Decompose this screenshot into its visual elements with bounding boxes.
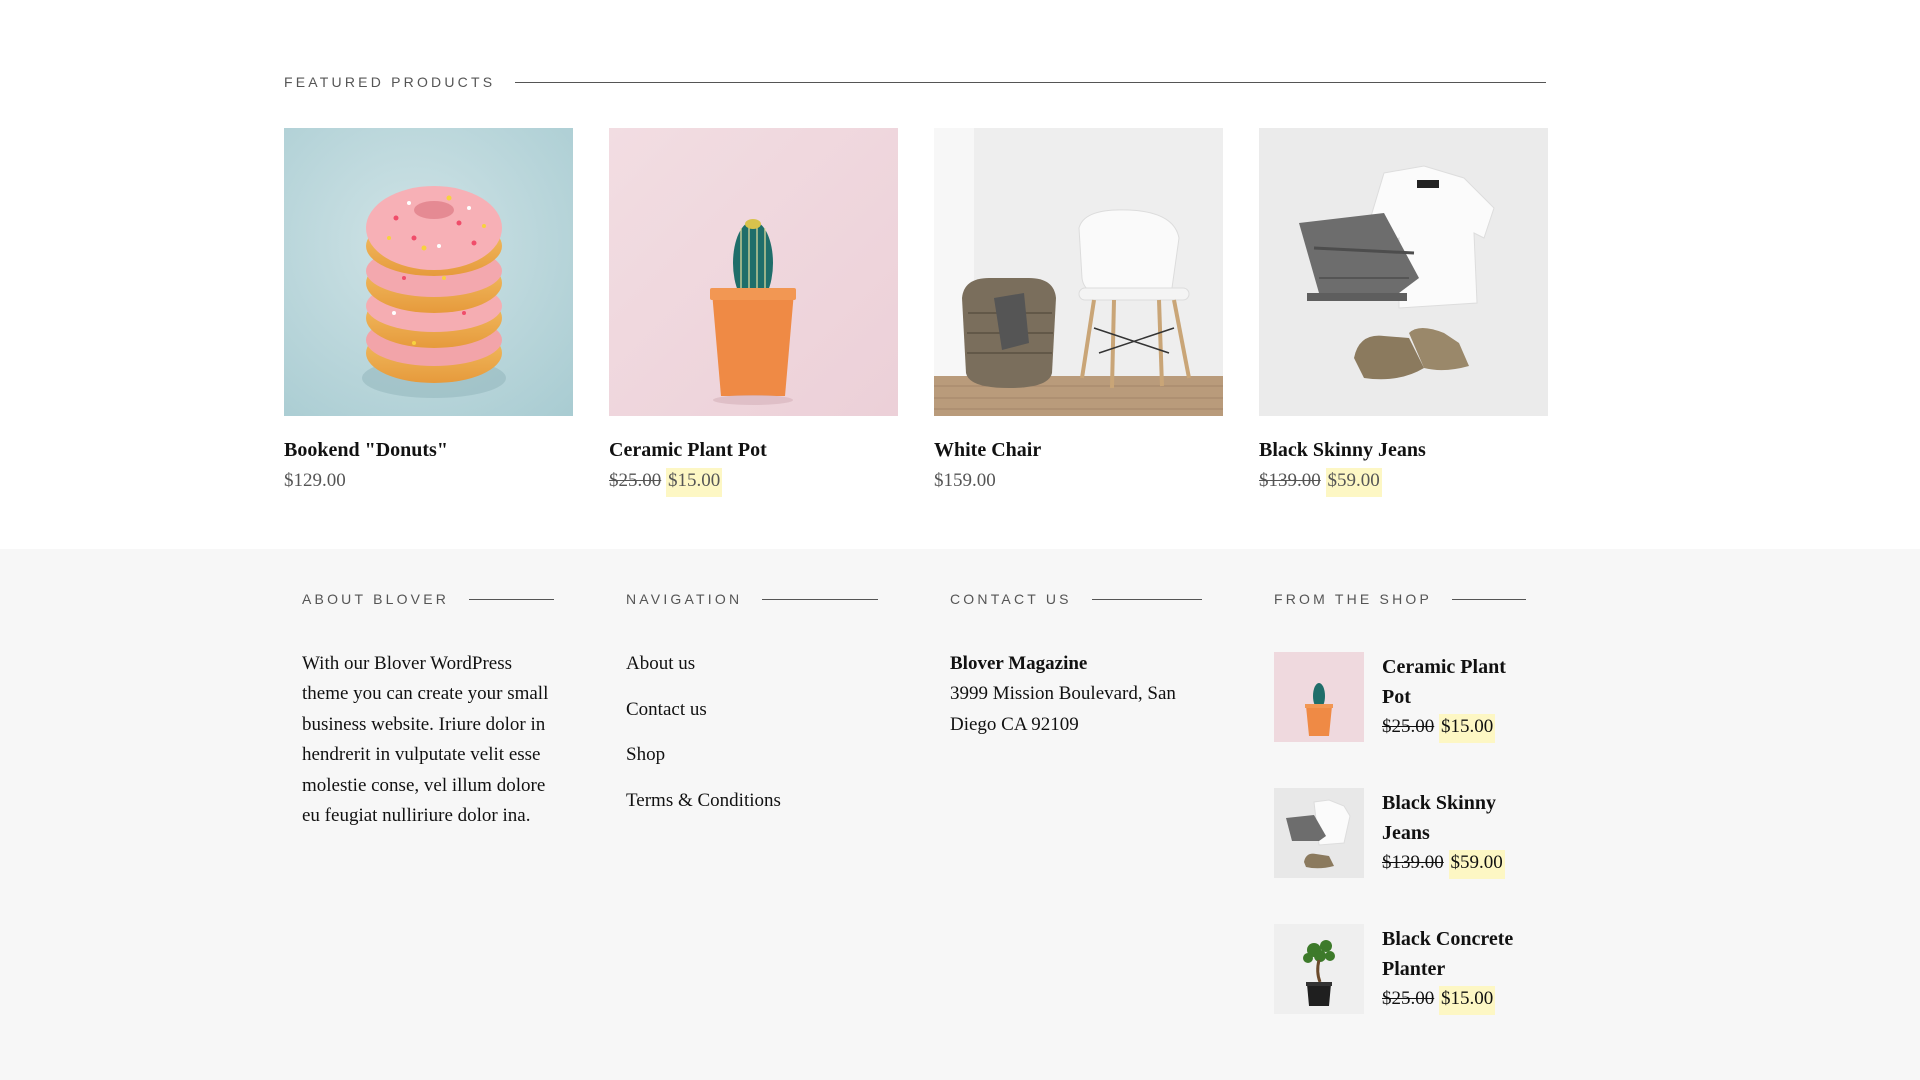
footer-heading: NAVIGATION xyxy=(626,591,743,607)
shop-item-image-jeans[interactable] xyxy=(1274,788,1364,878)
footer-about-header: ABOUT BLOVER xyxy=(302,589,554,609)
shop-item-name[interactable]: Black Skinny Jeans xyxy=(1382,788,1526,848)
shop-item[interactable]: Black Skinny Jeans $139.00 $59.00 xyxy=(1274,788,1526,908)
original-price: $25.00 xyxy=(609,470,662,491)
shop-item-name[interactable]: Black Concrete Planter xyxy=(1382,924,1526,984)
shop-item-info: Black Concrete Planter $25.00 $15.00 xyxy=(1382,924,1526,1044)
divider xyxy=(1091,598,1202,600)
product-name[interactable]: Black Skinny Jeans xyxy=(1259,436,1548,464)
site-footer: ABOUT BLOVER With our Blover WordPress t… xyxy=(0,549,1920,1080)
footer-contact-header: CONTACT US xyxy=(950,589,1202,609)
product-card[interactable]: White Chair $159.00 xyxy=(934,128,1223,496)
shop-item-price: $25.00 $15.00 xyxy=(1382,712,1526,743)
product-name[interactable]: Bookend "Donuts" xyxy=(284,436,573,464)
price-value: $159.00 xyxy=(934,470,996,491)
footer-heading: FROM THE SHOP xyxy=(1274,591,1433,607)
divider xyxy=(469,598,554,600)
product-image-jeans[interactable] xyxy=(1259,128,1548,416)
sale-price: $15.00 xyxy=(1439,986,1496,1015)
about-text: With our Blover WordPress theme you can … xyxy=(302,653,549,827)
divider xyxy=(1452,598,1526,600)
footer-nav-list: About us Contact us Shop Terms & Conditi… xyxy=(626,649,878,816)
product-image-white-chair[interactable] xyxy=(934,128,1223,416)
shop-item-list: Ceramic Plant Pot $25.00 $15.00 Black Sk… xyxy=(1274,652,1526,1044)
contact-details: Blover Magazine 3999 Mission Boulevard, … xyxy=(950,649,1202,740)
product-name[interactable]: Ceramic Plant Pot xyxy=(609,436,898,464)
footer-navigation: NAVIGATION About us Contact us Shop Term… xyxy=(626,589,878,831)
footer-contact: CONTACT US Blover Magazine 3999 Mission … xyxy=(950,589,1202,740)
product-price: $129.00 xyxy=(284,466,573,496)
divider xyxy=(515,81,1546,83)
featured-products-section: FEATURED PRODUCTS Bookend "Donuts" $129.… xyxy=(0,0,1920,549)
footer-navigation-header: NAVIGATION xyxy=(626,589,878,609)
product-price: $25.00 $15.00 xyxy=(609,466,898,497)
original-price: $139.00 xyxy=(1259,470,1321,491)
contact-company-name: Blover Magazine xyxy=(950,653,1088,674)
footer-heading: ABOUT BLOVER xyxy=(302,591,450,607)
product-card[interactable]: Bookend "Donuts" $129.00 xyxy=(284,128,573,496)
shop-item-image-cactus[interactable] xyxy=(1274,652,1364,742)
original-price: $25.00 xyxy=(1382,988,1435,1009)
shop-item-info: Black Skinny Jeans $139.00 $59.00 xyxy=(1382,788,1526,908)
contact-address: 3999 Mission Boulevard, San Diego CA 921… xyxy=(950,683,1176,735)
footer-shop-header: FROM THE SHOP xyxy=(1274,589,1526,609)
product-name[interactable]: White Chair xyxy=(934,436,1223,464)
footer-shop: FROM THE SHOP Ceramic Plant Pot $25.00 $… xyxy=(1274,589,1526,1060)
footer-about: ABOUT BLOVER With our Blover WordPress t… xyxy=(302,589,554,831)
product-image-donuts[interactable] xyxy=(284,128,573,416)
divider xyxy=(762,598,878,600)
product-price: $139.00 $59.00 xyxy=(1259,466,1548,497)
product-card[interactable]: Ceramic Plant Pot $25.00 $15.00 xyxy=(609,128,898,497)
shop-item-price: $25.00 $15.00 xyxy=(1382,984,1526,1015)
sale-price: $15.00 xyxy=(666,468,723,497)
product-image-cactus[interactable] xyxy=(609,128,898,416)
sale-price: $59.00 xyxy=(1325,468,1382,497)
nav-link-terms[interactable]: Terms & Conditions xyxy=(626,786,878,816)
product-card[interactable]: Black Skinny Jeans $139.00 $59.00 xyxy=(1259,128,1548,497)
price-value: $129.00 xyxy=(284,470,346,491)
sale-price: $15.00 xyxy=(1439,714,1496,743)
shop-item[interactable]: Ceramic Plant Pot $25.00 $15.00 xyxy=(1274,652,1526,772)
original-price: $139.00 xyxy=(1382,852,1444,873)
nav-link-shop[interactable]: Shop xyxy=(626,740,878,770)
section-title: FEATURED PRODUCTS xyxy=(284,74,496,90)
nav-link-about-us[interactable]: About us xyxy=(626,649,878,679)
original-price: $25.00 xyxy=(1382,716,1435,737)
nav-link-contact-us[interactable]: Contact us xyxy=(626,695,878,725)
shop-item-price: $139.00 $59.00 xyxy=(1382,848,1526,879)
shop-item-image-bonsai[interactable] xyxy=(1274,924,1364,1014)
product-grid: Bookend "Donuts" $129.00 Ceramic Plant P… xyxy=(284,128,1548,497)
product-price: $159.00 xyxy=(934,466,1223,496)
featured-products-header: FEATURED PRODUCTS xyxy=(284,72,1546,92)
shop-item-info: Ceramic Plant Pot $25.00 $15.00 xyxy=(1382,652,1526,772)
footer-heading: CONTACT US xyxy=(950,591,1072,607)
shop-item[interactable]: Black Concrete Planter $25.00 $15.00 xyxy=(1274,924,1526,1044)
sale-price: $59.00 xyxy=(1448,850,1505,879)
shop-item-name[interactable]: Ceramic Plant Pot xyxy=(1382,652,1526,712)
